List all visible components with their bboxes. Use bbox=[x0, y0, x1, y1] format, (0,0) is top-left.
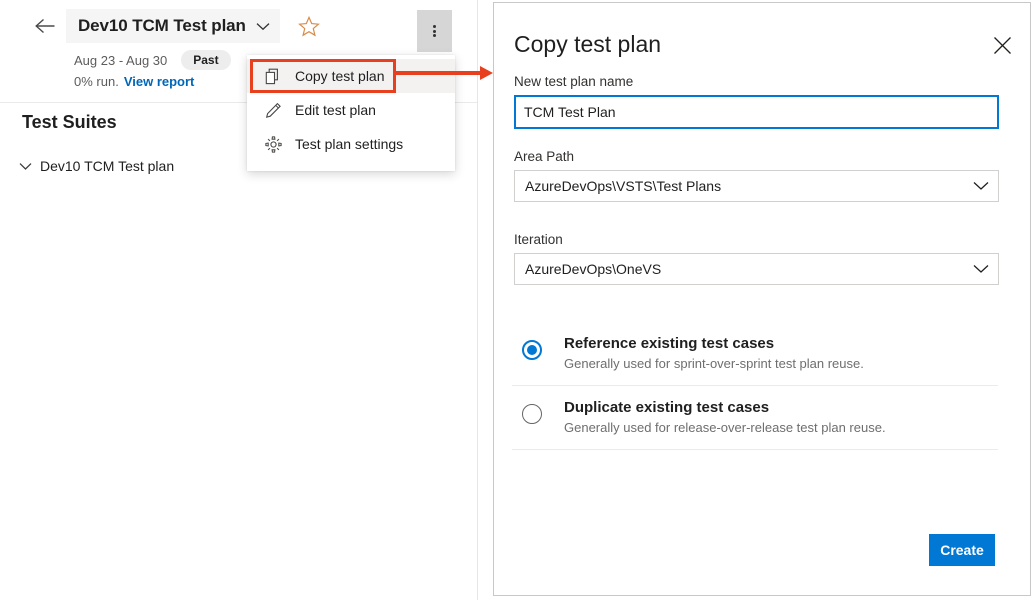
dialog-title: Copy test plan bbox=[514, 31, 661, 58]
plan-title-button[interactable]: Dev10 TCM Test plan bbox=[66, 9, 280, 43]
test-suites-heading: Test Suites bbox=[22, 112, 117, 133]
radio-option-description: Generally used for sprint-over-sprint te… bbox=[564, 356, 864, 372]
page-title: Dev10 TCM Test plan bbox=[78, 16, 246, 36]
gear-icon bbox=[262, 134, 284, 154]
area-path-field: Area Path AzureDevOps\VSTS\Test Plans bbox=[514, 149, 999, 202]
chevron-down-icon bbox=[973, 171, 989, 201]
copy-test-plan-dialog: Copy test plan New test plan name Area P… bbox=[493, 2, 1031, 596]
copy-mode-radio-group: Reference existing test cases Generally … bbox=[512, 322, 998, 450]
menu-item-copy-test-plan[interactable]: Copy test plan bbox=[247, 59, 455, 93]
area-path-label: Area Path bbox=[514, 149, 999, 164]
radio-option-reference-existing-test-cases[interactable]: Reference existing test cases Generally … bbox=[512, 322, 998, 386]
chevron-down-icon bbox=[973, 254, 989, 284]
view-report-link[interactable]: View report bbox=[124, 74, 195, 89]
close-button[interactable] bbox=[986, 29, 1018, 61]
chevron-down-icon[interactable] bbox=[14, 155, 36, 177]
iteration-value: AzureDevOps\OneVS bbox=[525, 261, 661, 277]
iteration-dropdown[interactable]: AzureDevOps\OneVS bbox=[514, 253, 999, 285]
radio-option-description: Generally used for release-over-release … bbox=[564, 420, 886, 436]
menu-item-test-plan-settings[interactable]: Test plan settings bbox=[247, 127, 455, 161]
create-button[interactable]: Create bbox=[929, 534, 995, 566]
area-path-value: AzureDevOps\VSTS\Test Plans bbox=[525, 178, 721, 194]
back-button[interactable] bbox=[28, 9, 62, 43]
new-test-plan-name-label: New test plan name bbox=[514, 74, 999, 89]
chevron-down-icon bbox=[256, 22, 270, 31]
new-test-plan-name-field: New test plan name bbox=[514, 74, 999, 129]
radio-option-title: Duplicate existing test cases bbox=[564, 398, 886, 417]
close-icon bbox=[993, 36, 1012, 55]
plan-context-menu: Copy test plan Edit test plan bbox=[247, 55, 455, 171]
pencil-icon bbox=[262, 100, 284, 120]
status-badge: Past bbox=[181, 50, 230, 70]
menu-item-label: Copy test plan bbox=[295, 68, 385, 84]
iteration-label: Iteration bbox=[514, 232, 999, 247]
arrow-left-icon bbox=[34, 17, 56, 35]
pane-divider bbox=[477, 0, 478, 600]
iteration-field: Iteration AzureDevOps\OneVS bbox=[514, 232, 999, 285]
menu-item-label: Edit test plan bbox=[295, 102, 376, 118]
radio-button-unselected[interactable] bbox=[522, 404, 542, 424]
radio-option-title: Reference existing test cases bbox=[564, 334, 864, 353]
radio-button-selected[interactable] bbox=[522, 340, 542, 360]
suite-label: Dev10 TCM Test plan bbox=[40, 158, 174, 174]
star-outline-icon bbox=[298, 16, 320, 37]
plan-header-row: Dev10 TCM Test plan bbox=[0, 6, 478, 46]
dialog-header: Copy test plan bbox=[494, 3, 1032, 69]
menu-item-edit-test-plan[interactable]: Edit test plan bbox=[247, 93, 455, 127]
more-actions-button[interactable] bbox=[417, 10, 452, 52]
more-vertical-icon bbox=[433, 24, 436, 39]
run-percentage: 0% run. bbox=[74, 74, 119, 89]
app-root: Dev10 TCM Test plan bbox=[0, 0, 1033, 600]
menu-item-label: Test plan settings bbox=[295, 136, 403, 152]
new-test-plan-name-input[interactable] bbox=[514, 95, 999, 129]
copy-icon bbox=[262, 66, 284, 86]
plan-date-range: Aug 23 - Aug 30 bbox=[74, 53, 167, 68]
radio-option-duplicate-existing-test-cases[interactable]: Duplicate existing test cases Generally … bbox=[512, 386, 998, 450]
favorite-button[interactable] bbox=[296, 13, 322, 39]
area-path-dropdown[interactable]: AzureDevOps\VSTS\Test Plans bbox=[514, 170, 999, 202]
